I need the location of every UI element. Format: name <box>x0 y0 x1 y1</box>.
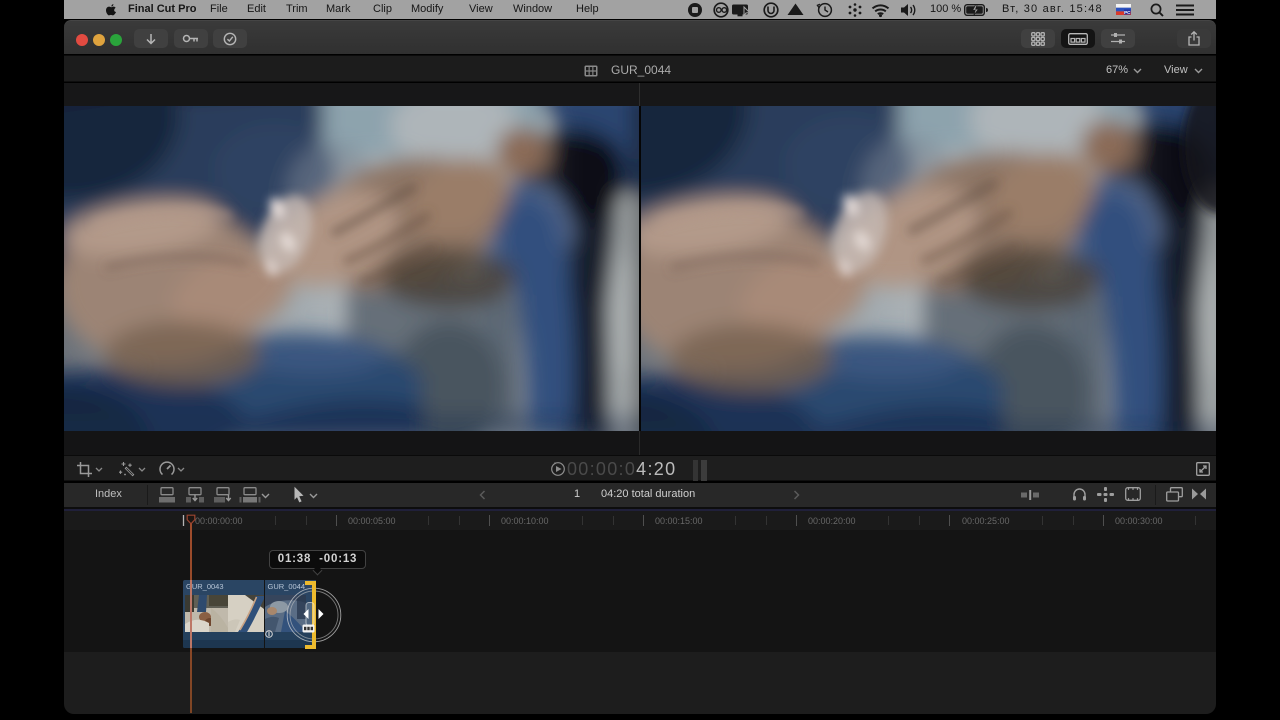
svg-text:PC: PC <box>1124 10 1131 15</box>
